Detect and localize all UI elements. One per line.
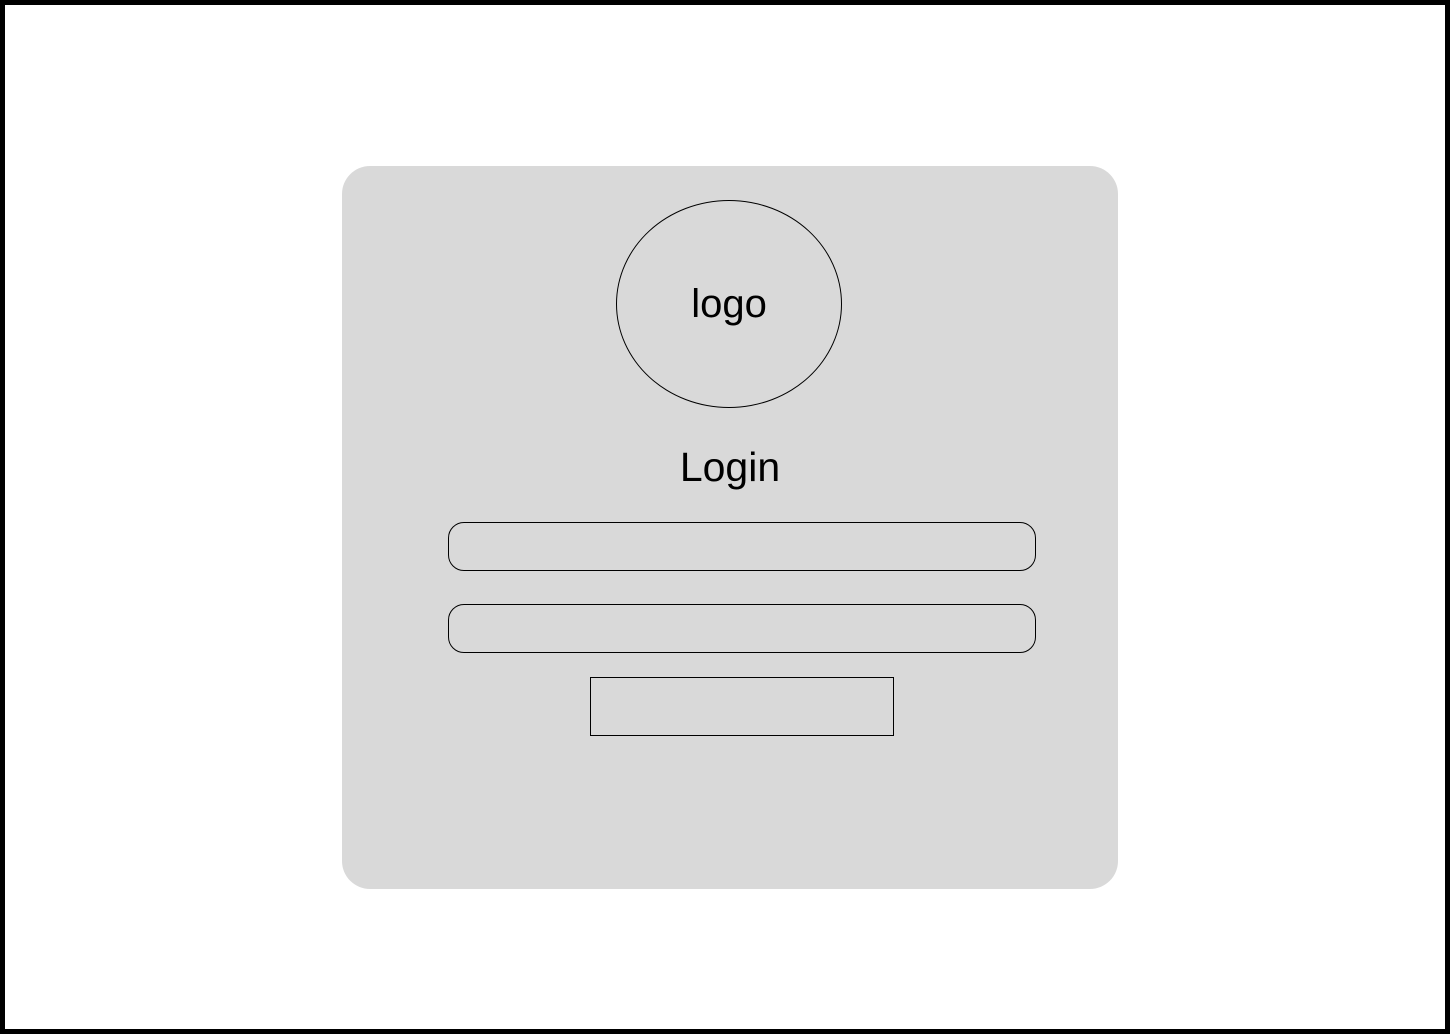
password-field[interactable]: [448, 604, 1036, 653]
page-title: Login: [679, 444, 781, 490]
login-card: logo Login: [342, 166, 1118, 889]
logo: logo: [616, 200, 842, 408]
username-field[interactable]: [448, 522, 1036, 571]
login-button[interactable]: [590, 677, 894, 736]
logo-text: logo: [691, 281, 767, 326]
page-frame: logo Login: [0, 0, 1450, 1034]
